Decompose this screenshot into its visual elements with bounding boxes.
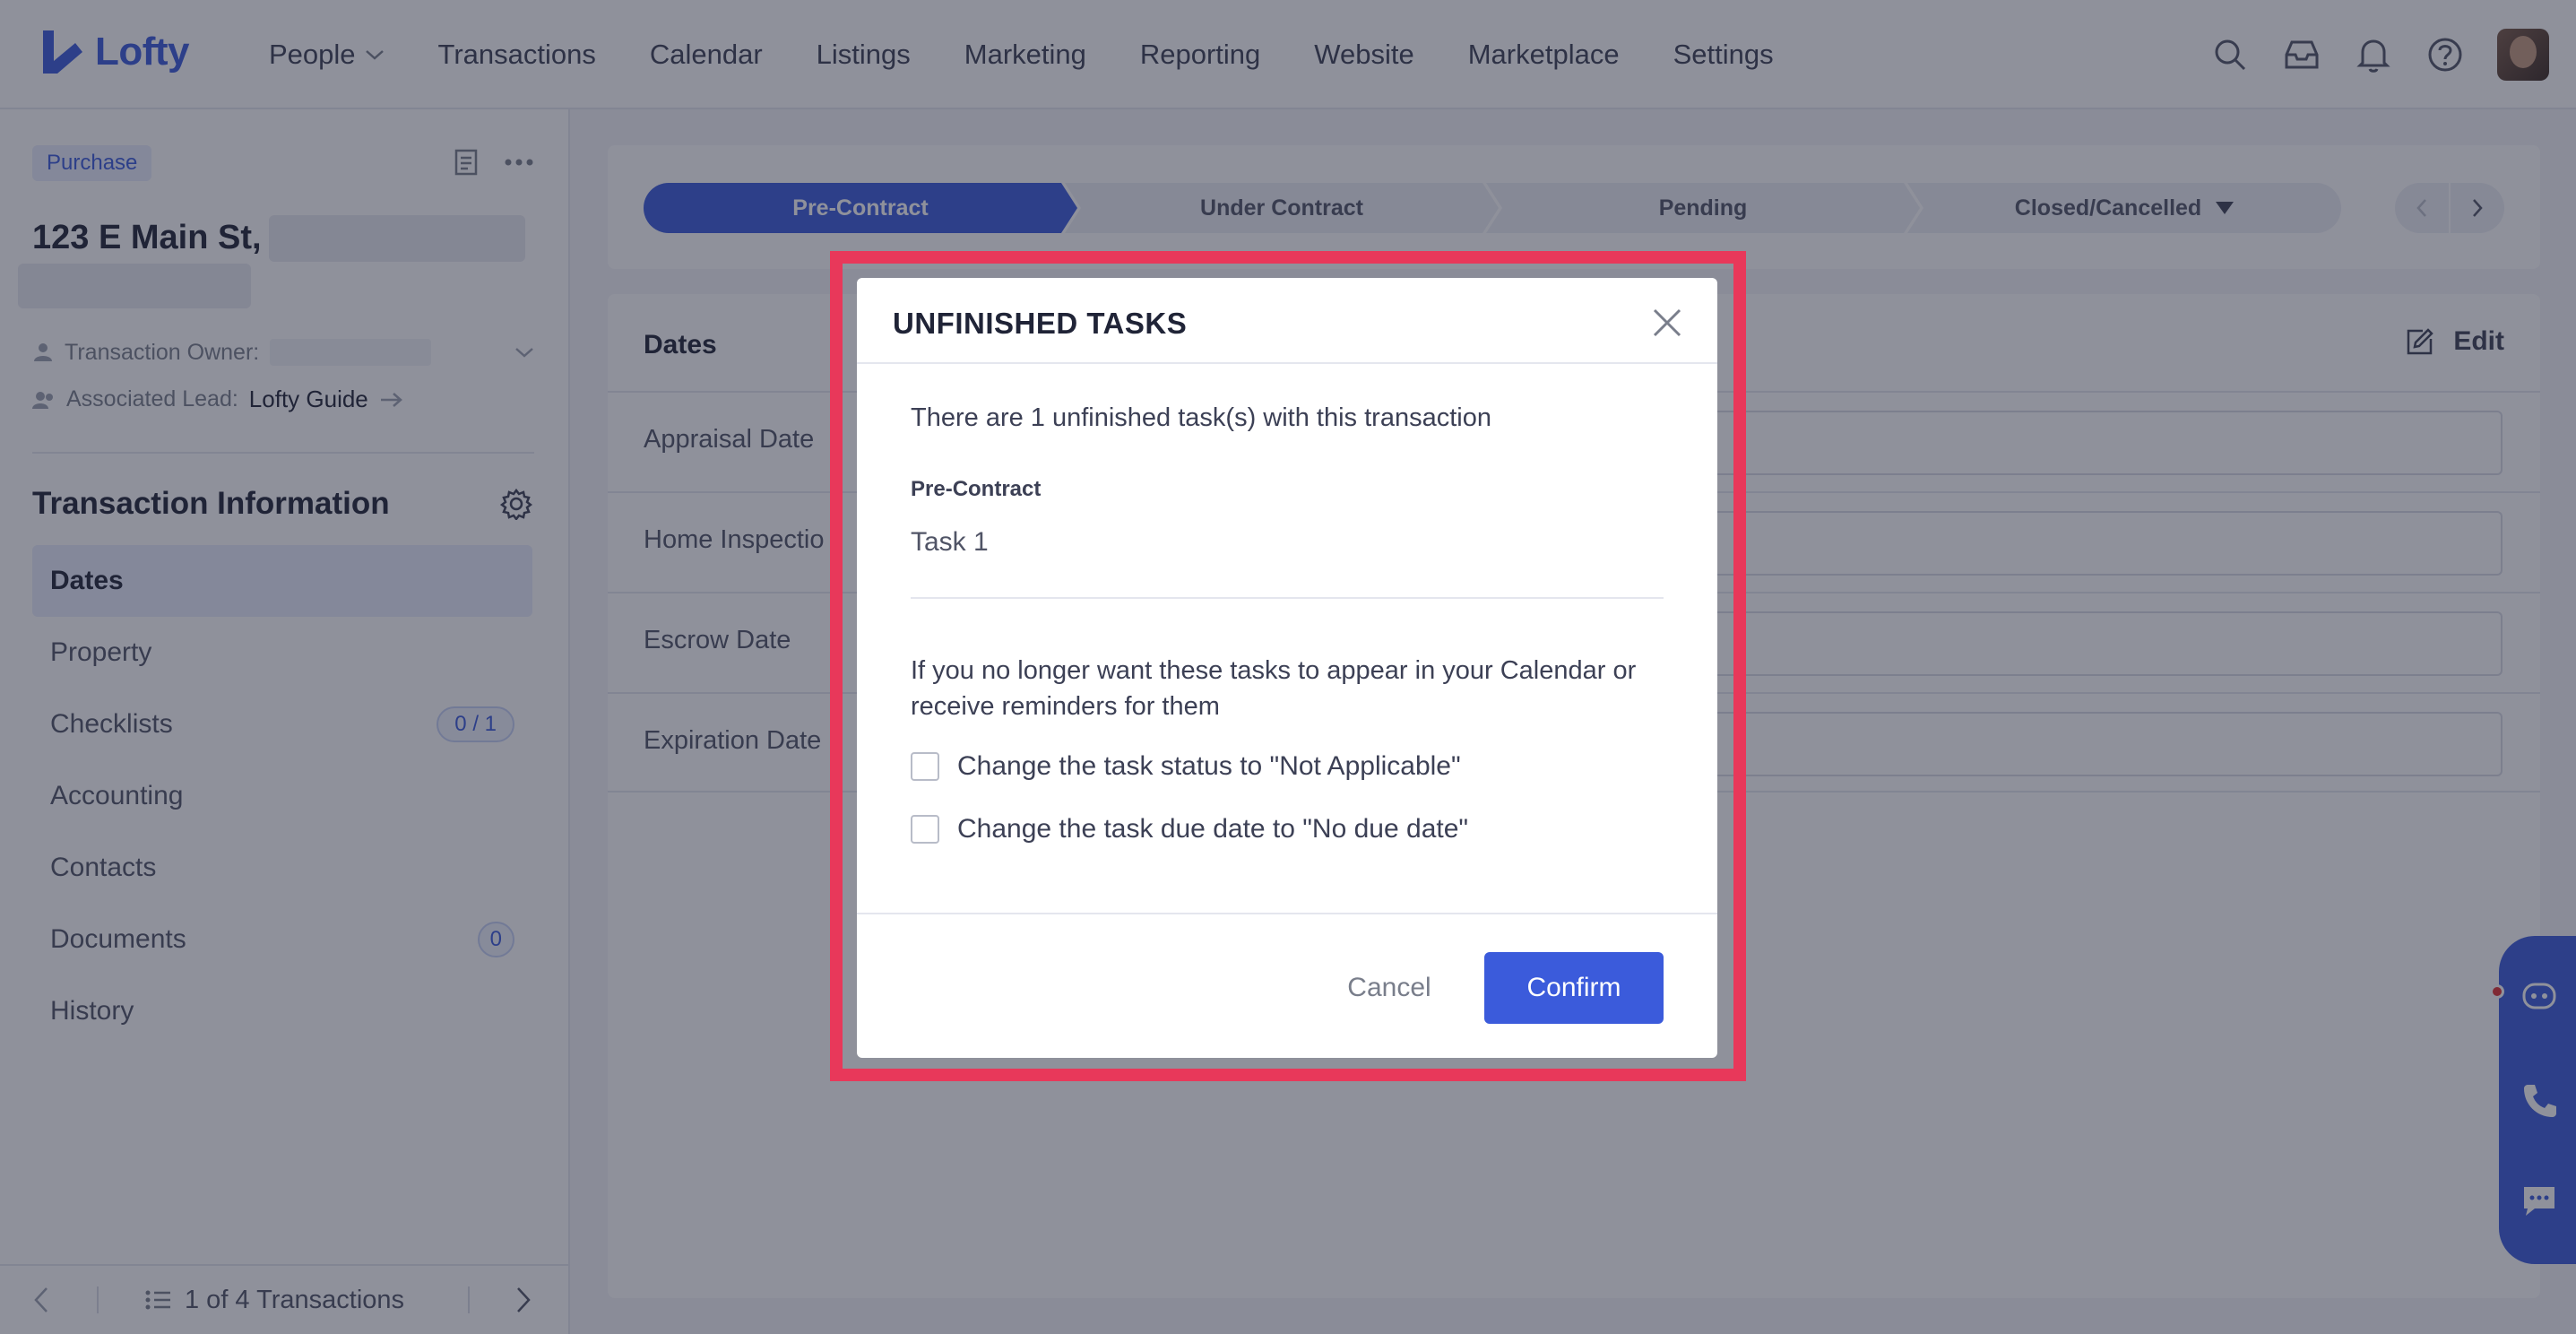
- dialog-title: UNFINISHED TASKS: [893, 307, 1188, 340]
- not-applicable-option[interactable]: Change the task status to "Not Applicabl…: [911, 751, 1461, 782]
- close-icon[interactable]: [1647, 303, 1687, 342]
- divider: [857, 362, 1717, 364]
- confirm-button[interactable]: Confirm: [1484, 952, 1664, 1024]
- option-label: Change the task status to "Not Applicabl…: [957, 751, 1461, 781]
- option-label: Change the task due date to "No due date…: [957, 814, 1469, 844]
- dialog-note: If you no longer want these tasks to app…: [911, 656, 1637, 721]
- task-stage-label: Pre-Contract: [911, 477, 1042, 501]
- no-due-date-option[interactable]: Change the task due date to "No due date…: [911, 814, 1468, 845]
- divider: [857, 913, 1717, 914]
- no-due-date-checkbox[interactable]: [911, 815, 939, 844]
- cancel-button[interactable]: Cancel: [1318, 952, 1461, 1024]
- divider: [911, 597, 1664, 599]
- dialog-intro: There are 1 unfinished task(s) with this…: [911, 403, 1491, 432]
- task-name: Task 1: [911, 527, 989, 557]
- unfinished-tasks-dialog: UNFINISHED TASKS There are 1 unfinished …: [857, 278, 1717, 1058]
- not-applicable-checkbox[interactable]: [911, 752, 939, 781]
